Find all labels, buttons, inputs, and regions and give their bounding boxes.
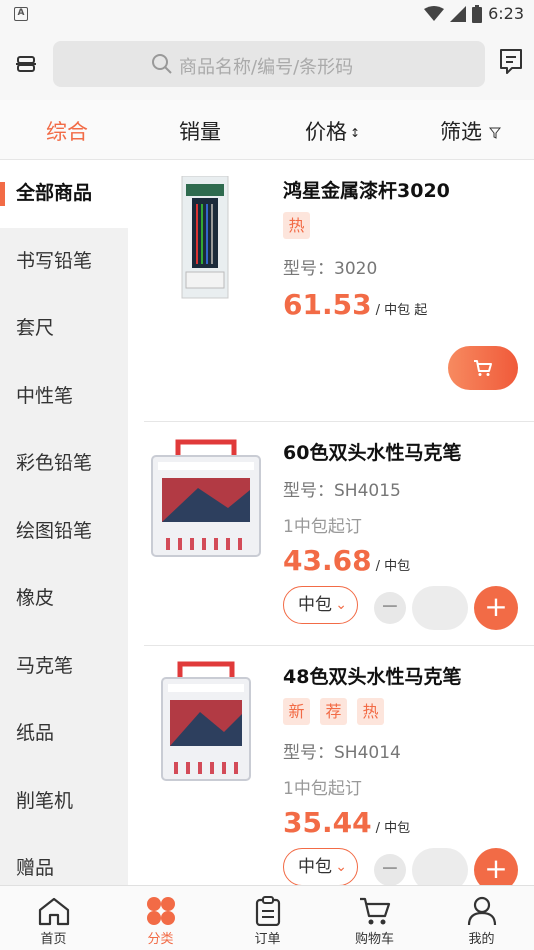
product-image[interactable] [180, 176, 230, 300]
increment-button[interactable]: + [474, 586, 518, 630]
decrement-button[interactable]: − [374, 592, 406, 624]
product-image[interactable] [148, 438, 264, 560]
category-sidebar: 全部商品 书写铅笔 套尺 中性笔 彩色铅笔 绘图铅笔 橡皮 马克笔 纸品 削笔机… [0, 160, 128, 885]
search-header: 商品名称/编号/条形码 [0, 28, 534, 100]
product-title[interactable]: 60色双头水性马克笔 [283, 438, 461, 465]
status-time: 6:23 [488, 4, 524, 23]
signal-icon [450, 5, 467, 22]
category-icon [146, 897, 175, 925]
quantity-input[interactable] [412, 586, 468, 630]
notification-icon: A [14, 7, 28, 21]
sort-sales[interactable]: 销量 [179, 116, 221, 146]
bottom-tab-bar: 首页 分类 订单 购物车 我的 [0, 885, 534, 950]
product-model: 型号：SH4014 [283, 743, 401, 763]
category-item[interactable]: 赠品 [0, 835, 128, 885]
product-price: 43.68/ 中包 [283, 544, 410, 577]
category-item[interactable]: 中性笔 [0, 363, 128, 431]
filter-icon [488, 127, 501, 139]
tab-home[interactable]: 首页 [0, 886, 107, 950]
product-price: 35.44/ 中包 [283, 806, 410, 839]
search-placeholder: 商品名称/编号/条形码 [179, 57, 354, 78]
category-item[interactable]: 削笔机 [0, 768, 128, 836]
sort-comprehensive[interactable]: 综合 [46, 116, 88, 146]
tag-badge: 新 [283, 698, 310, 725]
product-list: 鸿星金属漆杆3020 热 型号：3020 61.53/ 中包 起 60色双头水性… [128, 160, 534, 885]
product-model: 型号：3020 [283, 259, 378, 279]
tab-label: 我的 [468, 932, 495, 947]
product-model: 型号：SH4015 [283, 481, 401, 501]
sort-bar: 综合 销量 价格 ↕ 筛选 [0, 100, 534, 160]
unit-select[interactable]: 中包 ⌄ [283, 848, 358, 885]
user-icon [467, 896, 496, 926]
unit-select-value: 中包 [298, 595, 332, 615]
tab-profile[interactable]: 我的 [428, 886, 534, 950]
product-card[interactable]: 48色双头水性马克笔 新 荐 热 型号：SH4014 1中包起订 35.44/ … [128, 646, 534, 885]
tab-cart[interactable]: 购物车 [321, 886, 428, 950]
tab-label: 订单 [254, 932, 281, 947]
price-unit: / 中包 [375, 821, 411, 836]
tab-category[interactable]: 分类 [107, 886, 214, 950]
category-item[interactable]: 纸品 [0, 700, 128, 768]
wifi-icon [424, 5, 445, 21]
search-icon [152, 54, 172, 74]
tab-label: 购物车 [354, 932, 394, 947]
price-value: 35.44 [283, 806, 372, 839]
sort-filter-label: 筛选 [440, 120, 482, 144]
product-image[interactable] [158, 660, 254, 784]
category-item[interactable]: 全部商品 [0, 160, 128, 228]
price-value: 43.68 [283, 544, 372, 577]
quantity-input[interactable] [412, 848, 468, 885]
decrement-button[interactable]: − [374, 854, 406, 885]
price-unit: / 中包 [375, 559, 411, 574]
orders-icon [255, 896, 280, 926]
product-title[interactable]: 48色双头水性马克笔 [283, 662, 461, 689]
category-item[interactable]: 橡皮 [0, 565, 128, 633]
price-value: 61.53 [283, 288, 372, 321]
unit-select[interactable]: 中包 ⌄ [283, 586, 358, 624]
product-min-order: 1中包起订 [283, 517, 362, 537]
cart-icon [474, 360, 492, 376]
chevron-down-icon: ⌄ [335, 597, 347, 613]
battery-icon [472, 4, 483, 23]
message-icon[interactable] [498, 48, 524, 76]
home-icon [38, 897, 69, 926]
product-card[interactable]: 鸿星金属漆杆3020 热 型号：3020 61.53/ 中包 起 [128, 160, 534, 422]
tab-label: 分类 [147, 932, 174, 947]
product-min-order: 1中包起订 [283, 779, 362, 799]
category-item[interactable]: 套尺 [0, 295, 128, 363]
category-item[interactable]: 绘图铅笔 [0, 498, 128, 566]
unit-select-value: 中包 [298, 857, 332, 877]
status-icons: 6:23 [424, 4, 524, 23]
sort-filter[interactable]: 筛选 [440, 116, 501, 146]
product-tags: 新 荐 热 [283, 698, 384, 725]
tag-badge: 热 [357, 698, 384, 725]
search-input[interactable]: 商品名称/编号/条形码 [53, 41, 485, 87]
product-title[interactable]: 鸿星金属漆杆3020 [283, 176, 450, 203]
cart-icon [359, 897, 390, 925]
increment-button[interactable]: + [474, 848, 518, 885]
status-bar: A 6:23 [0, 0, 534, 28]
sort-arrows-icon: ↕ [350, 126, 361, 140]
sort-price[interactable]: 价格 ↕ [305, 116, 360, 146]
tag-badge: 荐 [320, 698, 347, 725]
tab-label: 首页 [40, 932, 67, 947]
category-item[interactable]: 彩色铅笔 [0, 430, 128, 498]
add-to-cart-button[interactable] [448, 346, 518, 390]
chevron-down-icon: ⌄ [335, 859, 347, 875]
product-tags: 热 [283, 212, 310, 239]
category-item[interactable]: 马克笔 [0, 633, 128, 701]
product-price: 61.53/ 中包 起 [283, 288, 427, 321]
price-unit: / 中包 起 [375, 303, 428, 318]
tab-orders[interactable]: 订单 [214, 886, 321, 950]
product-card[interactable]: 60色双头水性马克笔 型号：SH4015 1中包起订 43.68/ 中包 中包 … [128, 422, 534, 646]
scan-icon[interactable] [14, 52, 38, 76]
category-item[interactable]: 书写铅笔 [0, 228, 128, 296]
sort-price-label: 价格 [305, 120, 347, 144]
tag-badge: 热 [283, 212, 310, 239]
